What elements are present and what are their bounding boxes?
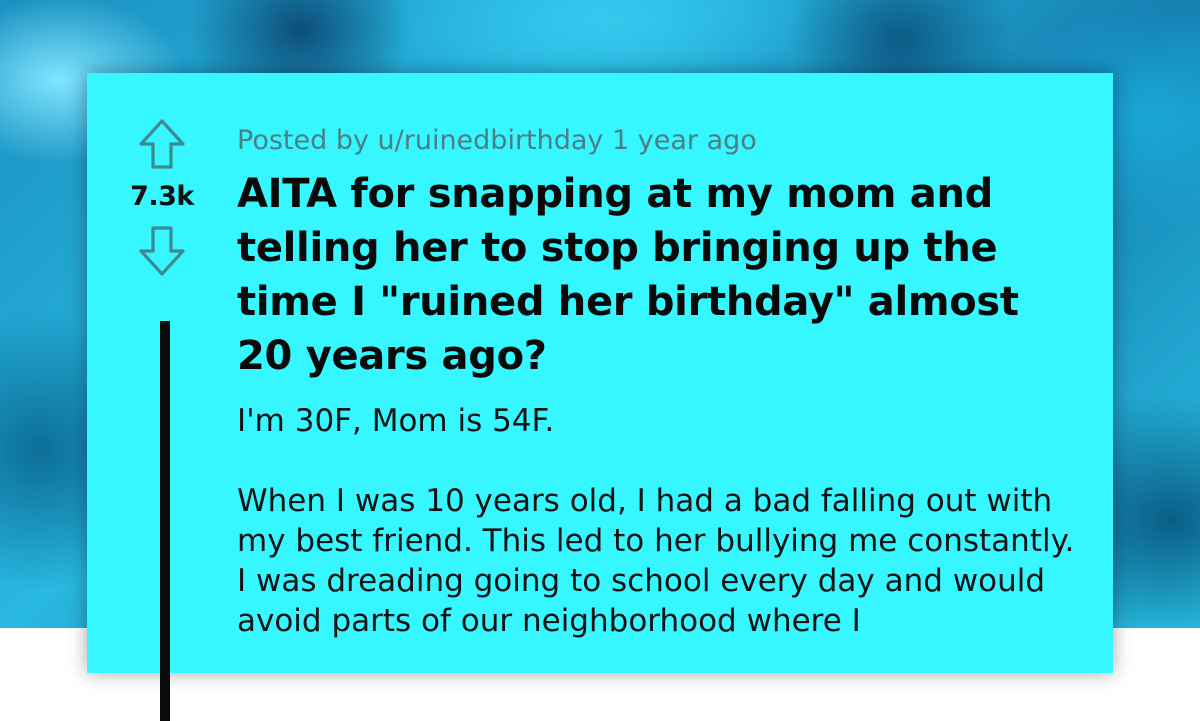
vote-score: 7.3k bbox=[130, 181, 194, 212]
thread-line bbox=[160, 321, 170, 721]
post-body: I'm 30F, Mom is 54F. When I was 10 years… bbox=[237, 401, 1077, 641]
post-title[interactable]: AITA for snapping at my mom and telling … bbox=[237, 167, 1077, 383]
vote-column: 7.3k bbox=[127, 117, 197, 278]
post-content: Posted by u/ruinedbirthday 1 year ago AI… bbox=[237, 123, 1077, 681]
post-meta: Posted by u/ruinedbirthday 1 year ago bbox=[237, 125, 757, 156]
post-paragraph: When I was 10 years old, I had a bad fal… bbox=[237, 483, 1075, 639]
post-paragraph: I'm 30F, Mom is 54F. bbox=[237, 403, 555, 439]
upvote-arrow-icon[interactable] bbox=[137, 117, 187, 171]
downvote-arrow-icon[interactable] bbox=[137, 224, 187, 278]
post-card: 7.3k Posted by u/ruinedbirthday 1 year a… bbox=[87, 73, 1113, 721]
